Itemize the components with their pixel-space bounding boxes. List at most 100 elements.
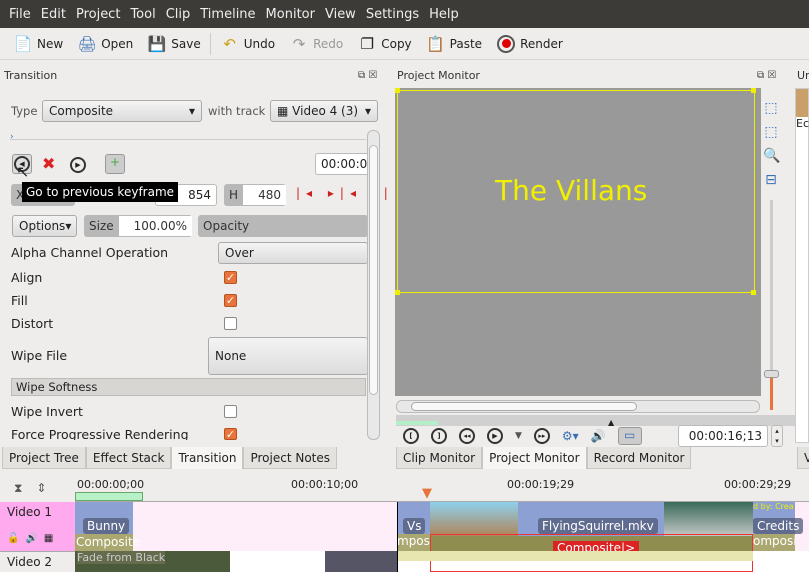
tooltip: Go to previous keyframe bbox=[22, 182, 179, 202]
keyframe-timecode[interactable]: 00:00:0 bbox=[315, 153, 375, 175]
zoom-icon[interactable]: 🔍 bbox=[763, 144, 780, 168]
alpha-label: Alpha Channel Operation bbox=[11, 245, 169, 260]
chevron-down-icon: ▾ bbox=[188, 104, 195, 118]
tab-effect-stack[interactable]: Effect Stack bbox=[85, 447, 172, 469]
clip-video-2-c[interactable] bbox=[398, 551, 753, 561]
wipe-invert-checkbox[interactable] bbox=[224, 405, 237, 418]
tab-project-tree[interactable]: Project Tree bbox=[2, 447, 86, 469]
set-zone-end-icon[interactable]: ] bbox=[431, 428, 447, 444]
menu-tool[interactable]: Tool bbox=[125, 7, 160, 22]
left-dock-tabs: Project Tree Effect Stack Transition Pro… bbox=[2, 447, 338, 469]
transition-scrollbar[interactable] bbox=[367, 130, 380, 440]
new-file-icon: 📄 bbox=[13, 34, 33, 53]
menu-view[interactable]: View bbox=[320, 7, 361, 22]
fit-icon[interactable]: ⊟ bbox=[763, 168, 779, 192]
type-label: Type bbox=[11, 104, 38, 118]
menu-edit[interactable]: Edit bbox=[36, 7, 71, 22]
render-icon bbox=[496, 34, 516, 54]
zone-marker[interactable] bbox=[75, 492, 143, 501]
next-keyframe-icon: ▶ bbox=[70, 157, 86, 173]
play-options-chevron-icon[interactable]: ▼ bbox=[515, 431, 522, 441]
wipe-softness-slider[interactable]: Wipe Softness bbox=[11, 378, 366, 396]
resize-icon[interactable]: ⬚ bbox=[763, 120, 779, 144]
menubar: File Edit Project Tool Clip Timeline Mon… bbox=[0, 0, 809, 28]
undo-button[interactable]: ↶ Undo bbox=[213, 34, 282, 54]
save-button[interactable]: 💾 Save bbox=[140, 34, 207, 54]
monitor-side-tools[interactable]: ⬚ ⬚ 🔍 ⊟ bbox=[763, 96, 780, 192]
tab-clip-monitor[interactable]: Clip Monitor bbox=[396, 447, 483, 469]
track-lock-mute-icons[interactable]: 🔓🔊▦ bbox=[7, 533, 68, 544]
film-icon: ▦ bbox=[277, 104, 289, 118]
tab-record-monitor[interactable]: Record Monitor bbox=[586, 447, 692, 469]
keyframe-ruler[interactable]: › bbox=[10, 128, 366, 142]
track-header-video-1[interactable]: Video 1 🔓🔊▦ bbox=[0, 502, 75, 551]
menu-clip[interactable]: Clip bbox=[161, 7, 196, 22]
fill-checkbox[interactable]: ✓ bbox=[224, 294, 237, 307]
forward-icon[interactable]: ▸▸ bbox=[533, 428, 550, 444]
monitor-screen[interactable]: The Villans bbox=[395, 88, 761, 396]
volume-icon[interactable]: 🔊 bbox=[591, 429, 606, 443]
clip-video-2-a[interactable]: Fade from Black bbox=[75, 551, 230, 572]
size-field[interactable]: Size 100.00% bbox=[84, 215, 192, 237]
redo-button[interactable]: ↷ Redo bbox=[282, 34, 350, 54]
with-track-label: with track bbox=[208, 104, 266, 118]
fill-label: Fill bbox=[11, 293, 28, 308]
menu-monitor[interactable]: Monitor bbox=[261, 7, 320, 22]
track-select[interactable]: ▦ Video 4 (3) ▾ bbox=[270, 100, 378, 122]
timeline-ruler[interactable]: 00:00:00;00 00:00:10;00 00:00:19;29 00:0… bbox=[75, 478, 809, 502]
new-button[interactable]: 📄 New bbox=[6, 34, 70, 54]
save-icon: 💾 bbox=[147, 34, 167, 53]
select-icon[interactable]: ⬚ bbox=[763, 96, 779, 120]
opacity-slider[interactable]: Opacity bbox=[198, 215, 368, 237]
menu-settings[interactable]: Settings bbox=[361, 7, 424, 22]
menu-help[interactable]: Help bbox=[424, 7, 464, 22]
monitor-display-icon[interactable]: ▭ bbox=[617, 427, 642, 445]
monitor-hscrollbar[interactable] bbox=[396, 400, 760, 413]
clip-credits[interactable]: d by: CreaCreditsomposit bbox=[753, 502, 804, 551]
render-button[interactable]: Render bbox=[489, 34, 570, 54]
timecode-spinner[interactable]: ▴ ▾ bbox=[771, 425, 783, 447]
copy-button[interactable]: ❐ Copy bbox=[350, 34, 418, 54]
type-select[interactable]: Composite ▾ bbox=[42, 100, 202, 122]
wipe-file-select[interactable]: None bbox=[208, 337, 368, 375]
height-field[interactable]: H 480 bbox=[224, 184, 286, 206]
timeline: ⧗⇕ 00:00:00;00 00:00:10;00 00:00:19;29 0… bbox=[0, 478, 809, 572]
right-panel-title: Ur bbox=[797, 69, 809, 82]
redo-icon: ↷ bbox=[292, 34, 306, 53]
play-icon[interactable]: ▶ bbox=[487, 428, 503, 444]
settings-gear-icon[interactable]: ⚙▾ bbox=[562, 429, 579, 443]
track-zoom-icons[interactable]: ⧗⇕ bbox=[0, 478, 75, 502]
clip-video-2-b[interactable] bbox=[325, 551, 397, 572]
force-progressive-checkbox[interactable]: ✓ bbox=[224, 428, 237, 441]
playhead-icon[interactable]: ▼ bbox=[422, 486, 432, 501]
rewind-icon[interactable]: ◂◂ bbox=[459, 428, 475, 444]
force-progressive-label: Force Progressive Rendering bbox=[11, 427, 189, 440]
clip-vs[interactable]: Vs mpos bbox=[397, 502, 430, 551]
separator bbox=[209, 32, 211, 55]
monitor-tabs: Clip Monitor Project Monitor Record Moni… bbox=[396, 447, 692, 469]
tab-project-monitor[interactable]: Project Monitor bbox=[482, 447, 587, 469]
set-zone-start-icon[interactable]: [ bbox=[403, 428, 419, 444]
add-keyframe-button[interactable]: + bbox=[105, 154, 125, 174]
paste-button[interactable]: 📋 Paste bbox=[419, 34, 489, 54]
undo-icon: ↶ bbox=[223, 34, 236, 53]
tab-project-notes[interactable]: Project Notes bbox=[243, 447, 338, 469]
next-keyframe-button[interactable]: ▶ bbox=[70, 156, 86, 173]
panel-float-close-icons[interactable]: ⧉ ☒ bbox=[757, 70, 776, 81]
options-button[interactable]: Options ▾ bbox=[12, 215, 77, 237]
zoom-slider[interactable] bbox=[764, 200, 779, 410]
align-checkbox[interactable]: ✓ bbox=[224, 271, 237, 284]
monitor-timecode[interactable]: 00:00:16;13 bbox=[678, 425, 768, 447]
menu-project[interactable]: Project bbox=[71, 7, 125, 22]
delete-keyframe-icon[interactable]: ✖ bbox=[42, 154, 55, 173]
menu-timeline[interactable]: Timeline bbox=[195, 7, 260, 22]
menu-file[interactable]: File bbox=[4, 7, 36, 22]
distort-checkbox[interactable] bbox=[224, 317, 237, 330]
tab-transition[interactable]: Transition bbox=[171, 447, 244, 469]
clip-bunny[interactable]: Bunny Composite bbox=[75, 502, 140, 551]
tab-right[interactable]: V bbox=[797, 447, 809, 469]
panel-float-close-icons[interactable]: ⧉ ☒ bbox=[358, 70, 377, 81]
open-button[interactable]: 🖨 Open bbox=[70, 34, 140, 54]
alpha-select[interactable]: Over bbox=[218, 242, 368, 264]
track-header-video-2[interactable]: Video 2 bbox=[0, 551, 75, 572]
